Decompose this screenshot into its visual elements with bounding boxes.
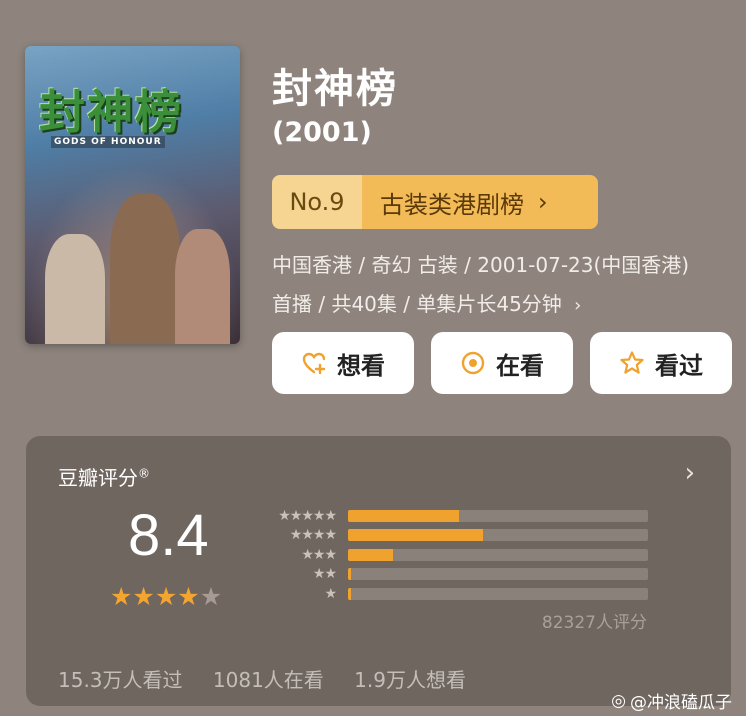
watched-count[interactable]: 15.3万人看过 [58, 668, 183, 692]
distribution-bar [348, 548, 393, 561]
watermark-text: @冲浪磕瓜子 [630, 693, 732, 713]
distribution-track [348, 509, 648, 522]
distribution-stars-label: ★ [324, 585, 337, 602]
registered-mark: ® [138, 466, 150, 481]
distribution-track [348, 529, 648, 542]
distribution-stars-label: ★★★★ [289, 527, 337, 544]
rating-label-text: 豆瓣评分 [58, 466, 138, 490]
ranking-badge[interactable]: No.9 古装类港剧榜 › [272, 175, 598, 229]
poster-subtitle: GODS OF HONOUR [51, 136, 165, 148]
chevron-right-icon[interactable]: › [685, 458, 695, 488]
star-filled-icon: ★ [177, 582, 200, 611]
distribution-track [348, 548, 648, 561]
rating-stars: ★★★★★ [110, 582, 222, 611]
distribution-bar [348, 568, 351, 581]
distribution-row: ★★★★★ [262, 506, 648, 526]
star-empty-icon: ★ [199, 582, 223, 611]
watched-label: 看过 [655, 351, 703, 380]
poster-figure [175, 229, 230, 344]
distribution-bar [348, 509, 459, 522]
chevron-right-icon: › [574, 295, 582, 316]
star-filled-icon: ★ [110, 582, 133, 611]
rating-distribution: ★★★★★ ★★★★ ★★★ ★★ ★ [262, 506, 648, 604]
target-icon [461, 351, 485, 375]
rating-label: 豆瓣评分® [58, 462, 150, 491]
meta-info-line: 中国香港 / 奇幻 古装 / 2001-07-23(中国香港) [272, 253, 690, 277]
poster-title: 封神榜 [39, 85, 183, 139]
watermark: ◎ @冲浪磕瓜子 [611, 688, 732, 714]
poster-figure [110, 194, 180, 344]
weibo-icon: ◎ [611, 690, 626, 711]
rating-score: 8.4 [128, 503, 209, 568]
distribution-stars-label: ★★★★★ [278, 507, 337, 524]
watched-button[interactable]: 看过 [590, 332, 732, 394]
want-to-watch-label: 想看 [337, 351, 385, 380]
distribution-bar [348, 529, 483, 542]
rating-card[interactable]: 豆瓣评分® › 8.4 ★★★★★ ★★★★★ ★★★★ ★★★ ★★ ★ 82327人… [26, 436, 731, 706]
distribution-row: ★★★★ [262, 526, 648, 546]
rank-list-name: 古装类港剧榜 › [362, 175, 598, 229]
wish-count[interactable]: 1.9万人想看 [354, 668, 466, 692]
star-filled-icon: ★ [154, 582, 178, 611]
distribution-row: ★★ [262, 565, 648, 585]
watching-label: 在看 [496, 351, 544, 380]
distribution-track [348, 568, 648, 581]
heart-plus-icon [302, 352, 326, 375]
poster-image[interactable]: 封神榜 GODS OF HONOUR [25, 46, 240, 344]
distribution-row: ★★★ [262, 545, 648, 565]
rank-list-label: 古装类港剧榜 [380, 190, 524, 219]
poster-figure [45, 234, 105, 344]
star-filled-icon: ★ [132, 582, 155, 611]
distribution-stars-label: ★★★ [301, 546, 337, 563]
chevron-right-icon: › [538, 188, 548, 216]
distribution-track [348, 587, 648, 600]
want-to-watch-button[interactable]: 想看 [272, 332, 414, 394]
rank-number: No.9 [272, 175, 362, 229]
meta-episodes-line[interactable]: 首播 / 共40集 / 单集片长45分钟 › [272, 288, 581, 317]
watching-button[interactable]: 在看 [431, 332, 573, 394]
page-title: 封神榜 [272, 66, 398, 112]
release-year: (2001) [272, 117, 372, 148]
meta-episodes-text: 首播 / 共40集 / 单集片长45分钟 [272, 292, 562, 316]
watching-count[interactable]: 1081人在看 [213, 668, 324, 692]
distribution-row: ★ [262, 584, 648, 604]
rating-count[interactable]: 82327人评分 [542, 608, 647, 633]
distribution-stars-label: ★★ [312, 566, 337, 583]
audience-stats: 15.3万人看过 1081人在看 1.9万人想看 [58, 664, 490, 693]
star-outline-icon [620, 351, 644, 374]
distribution-bar [348, 587, 351, 600]
